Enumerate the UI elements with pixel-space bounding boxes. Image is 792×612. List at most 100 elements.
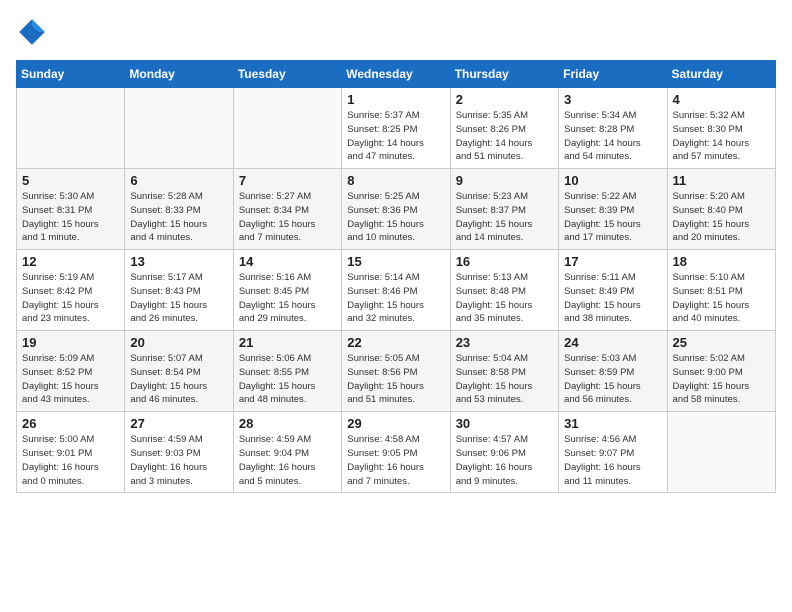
calendar-cell: 2 Sunrise: 5:35 AM Sunset: 8:26 PM Daylig…	[450, 88, 558, 169]
calendar-cell: 11 Sunrise: 5:20 AM Sunset: 8:40 PM Dayli…	[667, 169, 775, 250]
calendar-cell	[233, 88, 341, 169]
calendar-cell	[125, 88, 233, 169]
calendar-cell: 27 Sunrise: 4:59 AM Sunset: 9:03 PM Dayli…	[125, 412, 233, 493]
day-info: Sunrise: 5:13 AM Sunset: 8:48 PM Dayligh…	[456, 271, 553, 326]
day-number: 15	[347, 254, 444, 269]
day-number: 14	[239, 254, 336, 269]
calendar-cell: 8 Sunrise: 5:25 AM Sunset: 8:36 PM Daylig…	[342, 169, 450, 250]
day-info: Sunrise: 5:35 AM Sunset: 8:26 PM Dayligh…	[456, 109, 553, 164]
day-number: 29	[347, 416, 444, 431]
calendar-header-row: SundayMondayTuesdayWednesdayThursdayFrid…	[17, 61, 776, 88]
column-header-sunday: Sunday	[17, 61, 125, 88]
calendar-cell: 20Sunrise: 5:07 AM Sunset: 8:54 PM Dayli…	[125, 331, 233, 412]
calendar-cell: 14 Sunrise: 5:16 AM Sunset: 8:45 PM Dayli…	[233, 250, 341, 331]
day-info: Sunrise: 5:19 AM Sunset: 8:42 PM Dayligh…	[22, 271, 119, 326]
day-number: 10	[564, 173, 661, 188]
calendar-cell: 4 Sunrise: 5:32 AM Sunset: 8:30 PM Daylig…	[667, 88, 775, 169]
day-info: Sunrise: 5:32 AM Sunset: 8:30 PM Dayligh…	[673, 109, 770, 164]
calendar-cell: 31 Sunrise: 4:56 AM Sunset: 9:07 PM Dayli…	[559, 412, 667, 493]
calendar-week-row: 26 Sunrise: 5:00 AM Sunset: 9:01 PM Dayli…	[17, 412, 776, 493]
page-header	[16, 16, 776, 48]
calendar-cell: 6 Sunrise: 5:28 AM Sunset: 8:33 PM Daylig…	[125, 169, 233, 250]
day-number: 8	[347, 173, 444, 188]
day-info: Sunrise: 5:34 AM Sunset: 8:28 PM Dayligh…	[564, 109, 661, 164]
calendar-cell: 26 Sunrise: 5:00 AM Sunset: 9:01 PM Dayli…	[17, 412, 125, 493]
calendar-cell: 25Sunrise: 5:02 AM Sunset: 9:00 PM Dayli…	[667, 331, 775, 412]
calendar-week-row: 1 Sunrise: 5:37 AM Sunset: 8:25 PM Daylig…	[17, 88, 776, 169]
calendar-cell	[17, 88, 125, 169]
calendar-cell: 29 Sunrise: 4:58 AM Sunset: 9:05 PM Dayli…	[342, 412, 450, 493]
calendar-cell	[667, 412, 775, 493]
day-number: 1	[347, 92, 444, 107]
day-number: 18	[673, 254, 770, 269]
day-number: 2	[456, 92, 553, 107]
day-number: 22	[347, 335, 444, 350]
day-info: Sunrise: 4:56 AM Sunset: 9:07 PM Dayligh…	[564, 433, 661, 488]
day-info: Sunrise: 5:25 AM Sunset: 8:36 PM Dayligh…	[347, 190, 444, 245]
day-info: Sunrise: 5:17 AM Sunset: 8:43 PM Dayligh…	[130, 271, 227, 326]
calendar-table: SundayMondayTuesdayWednesdayThursdayFrid…	[16, 60, 776, 493]
day-info: Sunrise: 5:37 AM Sunset: 8:25 PM Dayligh…	[347, 109, 444, 164]
calendar-cell: 10Sunrise: 5:22 AM Sunset: 8:39 PM Dayli…	[559, 169, 667, 250]
day-number: 16	[456, 254, 553, 269]
calendar-cell: 19 Sunrise: 5:09 AM Sunset: 8:52 PM Dayli…	[17, 331, 125, 412]
calendar-cell: 12 Sunrise: 5:19 AM Sunset: 8:42 PM Dayli…	[17, 250, 125, 331]
column-header-wednesday: Wednesday	[342, 61, 450, 88]
day-info: Sunrise: 5:05 AM Sunset: 8:56 PM Dayligh…	[347, 352, 444, 407]
day-number: 31	[564, 416, 661, 431]
calendar-cell: 28 Sunrise: 4:59 AM Sunset: 9:04 PM Dayli…	[233, 412, 341, 493]
calendar-cell: 15 Sunrise: 5:14 AM Sunset: 8:46 PM Dayli…	[342, 250, 450, 331]
column-header-tuesday: Tuesday	[233, 61, 341, 88]
day-number: 23	[456, 335, 553, 350]
calendar-cell: 3 Sunrise: 5:34 AM Sunset: 8:28 PM Daylig…	[559, 88, 667, 169]
day-number: 9	[456, 173, 553, 188]
calendar-week-row: 19 Sunrise: 5:09 AM Sunset: 8:52 PM Dayli…	[17, 331, 776, 412]
column-header-monday: Monday	[125, 61, 233, 88]
day-number: 7	[239, 173, 336, 188]
day-number: 3	[564, 92, 661, 107]
calendar-cell: 24 Sunrise: 5:03 AM Sunset: 8:59 PM Dayli…	[559, 331, 667, 412]
day-info: Sunrise: 5:27 AM Sunset: 8:34 PM Dayligh…	[239, 190, 336, 245]
day-number: 21	[239, 335, 336, 350]
day-info: Sunrise: 5:10 AM Sunset: 8:51 PM Dayligh…	[673, 271, 770, 326]
day-info: Sunrise: 5:06 AM Sunset: 8:55 PM Dayligh…	[239, 352, 336, 407]
day-number: 27	[130, 416, 227, 431]
calendar-cell: 22 Sunrise: 5:05 AM Sunset: 8:56 PM Dayli…	[342, 331, 450, 412]
calendar-cell: 30 Sunrise: 4:57 AM Sunset: 9:06 PM Dayli…	[450, 412, 558, 493]
day-number: 20	[130, 335, 227, 350]
day-number: 30	[456, 416, 553, 431]
day-info: Sunrise: 5:14 AM Sunset: 8:46 PM Dayligh…	[347, 271, 444, 326]
day-number: 26	[22, 416, 119, 431]
calendar-week-row: 12 Sunrise: 5:19 AM Sunset: 8:42 PM Dayli…	[17, 250, 776, 331]
calendar-body: 1 Sunrise: 5:37 AM Sunset: 8:25 PM Daylig…	[17, 88, 776, 493]
day-info: Sunrise: 4:58 AM Sunset: 9:05 PM Dayligh…	[347, 433, 444, 488]
day-number: 12	[22, 254, 119, 269]
day-info: Sunrise: 4:59 AM Sunset: 9:04 PM Dayligh…	[239, 433, 336, 488]
day-info: Sunrise: 5:04 AM Sunset: 8:58 PM Dayligh…	[456, 352, 553, 407]
calendar-cell: 17Sunrise: 5:11 AM Sunset: 8:49 PM Dayli…	[559, 250, 667, 331]
day-number: 11	[673, 173, 770, 188]
calendar-cell: 1 Sunrise: 5:37 AM Sunset: 8:25 PM Daylig…	[342, 88, 450, 169]
day-number: 19	[22, 335, 119, 350]
calendar-week-row: 5 Sunrise: 5:30 AM Sunset: 8:31 PM Daylig…	[17, 169, 776, 250]
column-header-saturday: Saturday	[667, 61, 775, 88]
day-number: 24	[564, 335, 661, 350]
day-info: Sunrise: 5:30 AM Sunset: 8:31 PM Dayligh…	[22, 190, 119, 245]
day-info: Sunrise: 5:03 AM Sunset: 8:59 PM Dayligh…	[564, 352, 661, 407]
calendar-cell: 16 Sunrise: 5:13 AM Sunset: 8:48 PM Dayli…	[450, 250, 558, 331]
calendar-cell: 23 Sunrise: 5:04 AM Sunset: 8:58 PM Dayli…	[450, 331, 558, 412]
day-info: Sunrise: 5:09 AM Sunset: 8:52 PM Dayligh…	[22, 352, 119, 407]
day-info: Sunrise: 5:00 AM Sunset: 9:01 PM Dayligh…	[22, 433, 119, 488]
calendar-cell: 13Sunrise: 5:17 AM Sunset: 8:43 PM Dayli…	[125, 250, 233, 331]
logo-icon	[16, 16, 48, 48]
day-info: Sunrise: 5:28 AM Sunset: 8:33 PM Dayligh…	[130, 190, 227, 245]
day-info: Sunrise: 4:57 AM Sunset: 9:06 PM Dayligh…	[456, 433, 553, 488]
day-info: Sunrise: 4:59 AM Sunset: 9:03 PM Dayligh…	[130, 433, 227, 488]
day-info: Sunrise: 5:20 AM Sunset: 8:40 PM Dayligh…	[673, 190, 770, 245]
day-number: 28	[239, 416, 336, 431]
day-info: Sunrise: 5:02 AM Sunset: 9:00 PM Dayligh…	[673, 352, 770, 407]
day-info: Sunrise: 5:16 AM Sunset: 8:45 PM Dayligh…	[239, 271, 336, 326]
day-number: 6	[130, 173, 227, 188]
day-number: 4	[673, 92, 770, 107]
day-number: 5	[22, 173, 119, 188]
